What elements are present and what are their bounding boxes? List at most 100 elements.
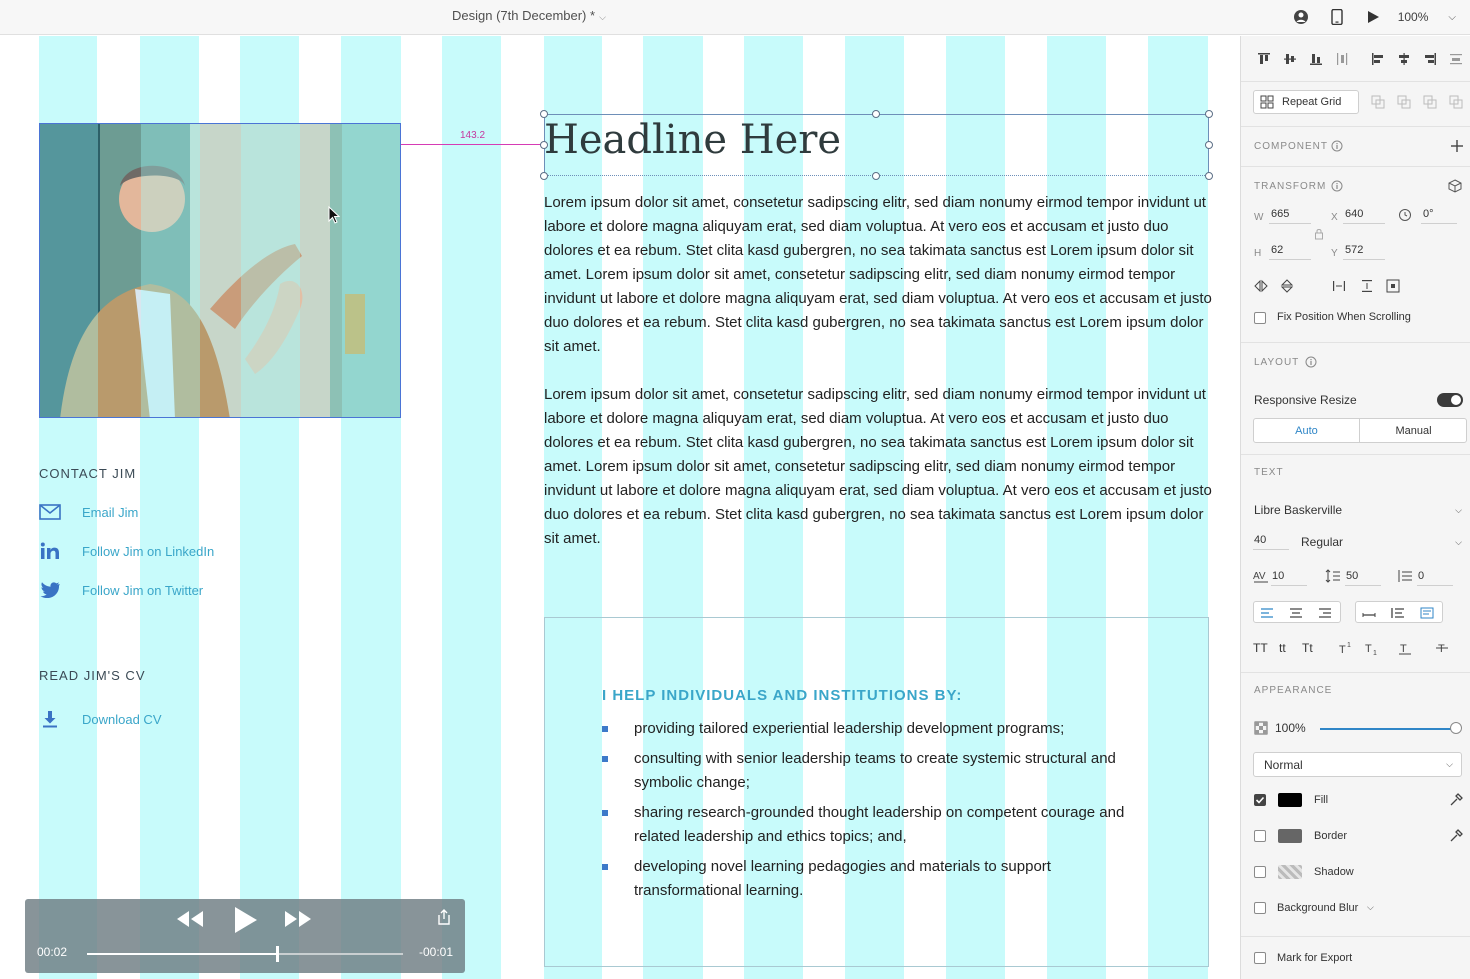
- resize-handle-bottom[interactable]: [872, 172, 880, 180]
- line-spacing-field[interactable]: 50: [1345, 568, 1381, 586]
- font-family-select[interactable]: Libre Baskerville ⌵: [1254, 503, 1462, 517]
- share-icon[interactable]: [437, 909, 451, 925]
- blend-mode-select[interactable]: Normal ⌵: [1253, 752, 1462, 777]
- opacity-slider-knob[interactable]: [1450, 722, 1462, 734]
- responsive-resize-toggle[interactable]: [1437, 393, 1463, 407]
- fill-checkbox[interactable]: [1254, 794, 1266, 806]
- email-link[interactable]: Email Jim: [39, 503, 138, 521]
- align-middle-icon[interactable]: [1282, 51, 1298, 67]
- eyedropper-icon[interactable]: [1448, 828, 1464, 844]
- align-bottom-icon[interactable]: [1308, 51, 1324, 67]
- background-blur-checkbox[interactable]: [1254, 902, 1266, 914]
- info-icon[interactable]: [1329, 178, 1345, 194]
- boolean-exclude-icon[interactable]: [1448, 94, 1464, 110]
- flip-vertical-icon[interactable]: [1279, 278, 1295, 294]
- resize-handle-left[interactable]: [540, 141, 548, 149]
- zoom-select[interactable]: 100% ⌵: [1398, 10, 1456, 24]
- shadow-swatch[interactable]: [1278, 865, 1302, 879]
- resize-handle-top-right[interactable]: [1205, 110, 1213, 118]
- rotate-icon: [1397, 207, 1413, 223]
- text-align-left-icon[interactable]: [1259, 605, 1275, 621]
- subscript-icon[interactable]: T1: [1364, 640, 1380, 656]
- width-field[interactable]: 665: [1269, 206, 1311, 224]
- add-component-icon[interactable]: [1449, 138, 1465, 154]
- info-icon[interactable]: [1329, 138, 1345, 154]
- character-spacing-field[interactable]: 10: [1271, 568, 1307, 586]
- eyedropper-icon[interactable]: [1448, 792, 1464, 808]
- align-right-icon[interactable]: [1422, 51, 1438, 67]
- boolean-subtract-icon[interactable]: [1396, 94, 1412, 110]
- grid-overlay: [241, 124, 300, 417]
- text-align-center-icon[interactable]: [1288, 605, 1304, 621]
- fast-forward-button[interactable]: [283, 905, 313, 933]
- resize-handle-right[interactable]: [1205, 141, 1213, 149]
- padding-vertical-icon[interactable]: [1359, 278, 1375, 294]
- info-icon[interactable]: [1303, 354, 1319, 370]
- border-checkbox[interactable]: [1254, 830, 1266, 842]
- align-top-icon[interactable]: [1256, 51, 1272, 67]
- distribute-vertical-icon[interactable]: [1334, 51, 1350, 67]
- auto-width-icon[interactable]: [1361, 605, 1377, 621]
- padding-horizontal-icon[interactable]: [1331, 278, 1347, 294]
- align-center-icon[interactable]: [1396, 51, 1412, 67]
- font-size-field[interactable]: 40: [1253, 532, 1289, 550]
- rewind-button[interactable]: [175, 905, 205, 933]
- mark-export-checkbox[interactable]: [1254, 952, 1266, 964]
- contact-title: CONTACT JIM: [39, 466, 137, 481]
- share-user-icon[interactable]: [1290, 6, 1312, 28]
- linkedin-link[interactable]: Follow Jim on LinkedIn: [39, 542, 214, 560]
- play-preview-icon[interactable]: [1362, 6, 1384, 28]
- twitter-link[interactable]: Follow Jim on Twitter: [39, 581, 203, 599]
- document-title[interactable]: Design (7th December) * ⌵: [452, 8, 606, 23]
- font-weight-select[interactable]: Regular ⌵: [1301, 535, 1462, 549]
- padding-all-icon[interactable]: [1385, 278, 1401, 294]
- titlecase-button[interactable]: Tt: [1302, 641, 1313, 655]
- body-paragraph-1[interactable]: Lorem ipsum dolor sit amet, consetetur s…: [544, 191, 1212, 359]
- download-cv-link[interactable]: Download CV: [39, 710, 162, 728]
- fill-color-swatch[interactable]: [1278, 793, 1302, 807]
- lock-ratio-icon[interactable]: [1311, 226, 1327, 242]
- background-blur-label[interactable]: Background Blur: [1277, 902, 1358, 914]
- underline-icon[interactable]: T: [1397, 640, 1413, 656]
- boolean-intersect-icon[interactable]: [1422, 94, 1438, 110]
- twitter-link-label: Follow Jim on Twitter: [82, 582, 204, 598]
- uppercase-button[interactable]: TT: [1253, 641, 1268, 655]
- distribute-horizontal-icon[interactable]: [1448, 51, 1464, 67]
- resize-handle-bottom-left[interactable]: [540, 172, 548, 180]
- flip-horizontal-icon[interactable]: [1253, 278, 1269, 294]
- shadow-checkbox[interactable]: [1254, 866, 1266, 878]
- opacity-slider[interactable]: [1320, 722, 1462, 734]
- fix-position-checkbox[interactable]: [1254, 312, 1266, 324]
- boolean-add-icon[interactable]: [1370, 94, 1386, 110]
- rotation-field[interactable]: 0°: [1421, 206, 1457, 224]
- play-button[interactable]: [231, 905, 259, 935]
- border-color-swatch[interactable]: [1278, 829, 1302, 843]
- strikethrough-icon[interactable]: T: [1434, 640, 1450, 656]
- progress-track[interactable]: [87, 946, 403, 962]
- fixed-size-icon[interactable]: [1419, 605, 1435, 621]
- progress-knob[interactable]: [275, 946, 279, 962]
- height-field[interactable]: 62: [1269, 242, 1311, 260]
- auto-height-icon[interactable]: [1390, 605, 1406, 621]
- resize-handle-top[interactable]: [872, 110, 880, 118]
- 3d-transform-icon[interactable]: [1447, 178, 1463, 194]
- manual-button[interactable]: Manual: [1361, 419, 1466, 442]
- auto-button[interactable]: Auto: [1254, 419, 1360, 442]
- height-label: H: [1254, 248, 1262, 259]
- y-field[interactable]: 572: [1343, 242, 1385, 260]
- paragraph-spacing-field[interactable]: 0: [1417, 568, 1453, 586]
- x-field[interactable]: 640: [1343, 206, 1385, 224]
- align-left-icon[interactable]: [1370, 51, 1386, 67]
- design-canvas[interactable]: 143.2 CONTACT JIM Email Jim Follow Jim o…: [0, 36, 1240, 979]
- resize-handle-top-left[interactable]: [540, 110, 548, 118]
- lowercase-button[interactable]: tt: [1279, 641, 1286, 655]
- chevron-down-icon[interactable]: ⌵: [1367, 902, 1374, 913]
- mobile-preview-icon[interactable]: [1326, 6, 1348, 28]
- opacity-value[interactable]: 100%: [1275, 721, 1306, 735]
- repeat-grid-button[interactable]: Repeat Grid: [1253, 90, 1359, 114]
- text-align-right-icon[interactable]: [1317, 605, 1333, 621]
- superscript-icon[interactable]: T1: [1338, 640, 1354, 656]
- resize-handle-bottom-right[interactable]: [1205, 172, 1213, 180]
- body-paragraph-2[interactable]: Lorem ipsum dolor sit amet, consetetur s…: [544, 383, 1212, 551]
- profile-photo[interactable]: [39, 123, 401, 418]
